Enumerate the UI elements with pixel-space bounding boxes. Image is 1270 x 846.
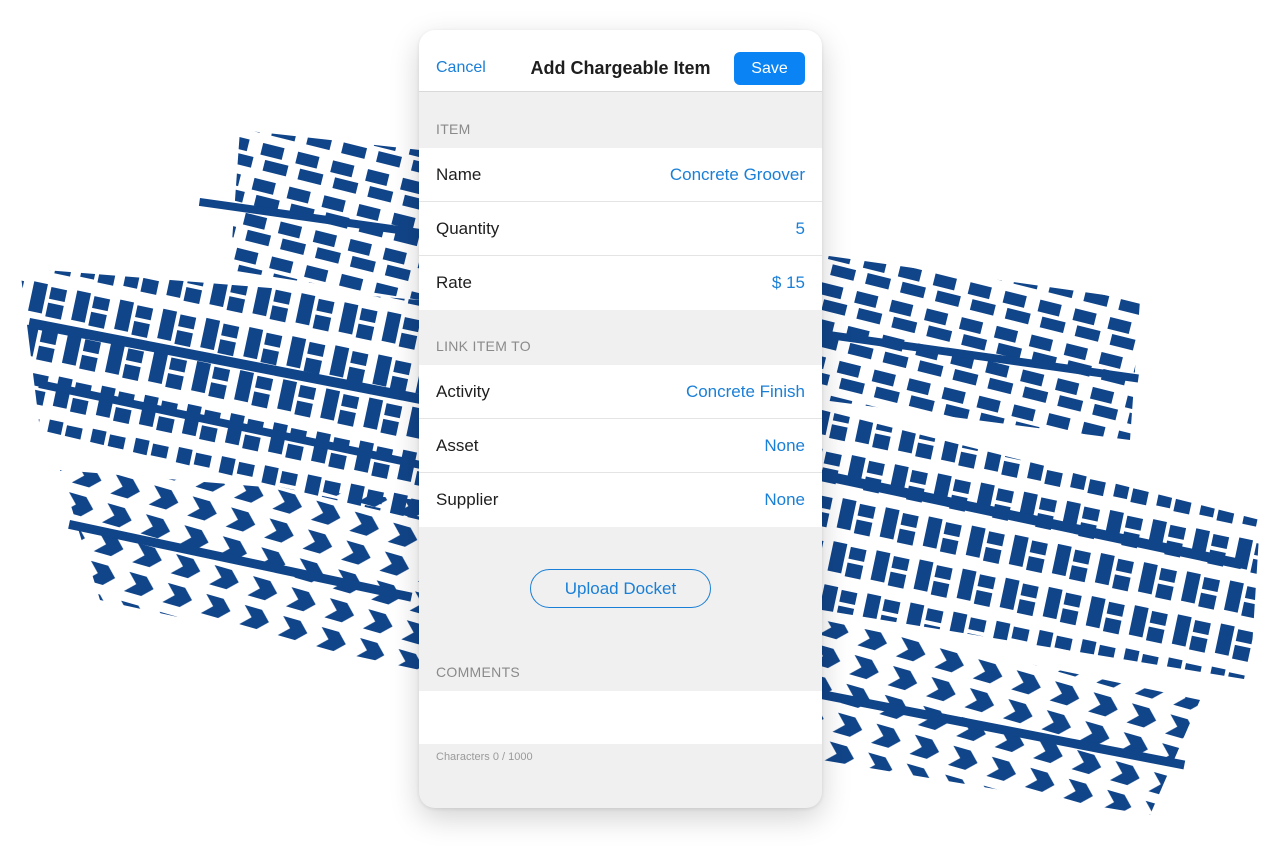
supplier-value[interactable]: None — [764, 490, 805, 510]
quantity-value[interactable]: 5 — [796, 219, 805, 239]
item-group: Name Concrete Groover Quantity 5 Rate $ … — [419, 148, 822, 310]
activity-label: Activity — [436, 381, 490, 401]
link-group: Activity Concrete Finish Asset None Supp… — [419, 365, 822, 527]
link-section-heading: LINK ITEM TO — [436, 338, 531, 354]
modal-header: Cancel Add Chargeable Item Save — [419, 30, 822, 92]
activity-row[interactable]: Activity Concrete Finish — [419, 365, 822, 419]
comments-heading: COMMENTS — [436, 664, 521, 680]
rate-row[interactable]: Rate $ 15 — [419, 256, 822, 310]
asset-label: Asset — [436, 435, 479, 455]
activity-value[interactable]: Concrete Finish — [686, 382, 805, 402]
save-button[interactable]: Save — [734, 52, 805, 85]
add-chargeable-item-modal: Cancel Add Chargeable Item Save ITEM Nam… — [419, 30, 822, 808]
name-row[interactable]: Name Concrete Groover — [419, 148, 822, 202]
upload-docket-button[interactable]: Upload Docket — [530, 569, 711, 608]
asset-row[interactable]: Asset None — [419, 419, 822, 473]
quantity-label: Quantity — [436, 218, 500, 238]
name-value[interactable]: Concrete Groover — [670, 165, 805, 185]
quantity-row[interactable]: Quantity 5 — [419, 202, 822, 256]
asset-value[interactable]: None — [764, 436, 805, 456]
name-label: Name — [436, 164, 482, 184]
supplier-label: Supplier — [436, 490, 499, 509]
supplier-row[interactable]: Supplier None — [419, 473, 822, 527]
character-counter: Characters 0 / 1000 — [436, 751, 533, 763]
rate-value[interactable]: $ 15 — [772, 273, 805, 293]
item-section-heading: ITEM — [436, 121, 471, 137]
comments-input[interactable] — [419, 691, 822, 744]
rate-label: Rate — [436, 273, 472, 292]
